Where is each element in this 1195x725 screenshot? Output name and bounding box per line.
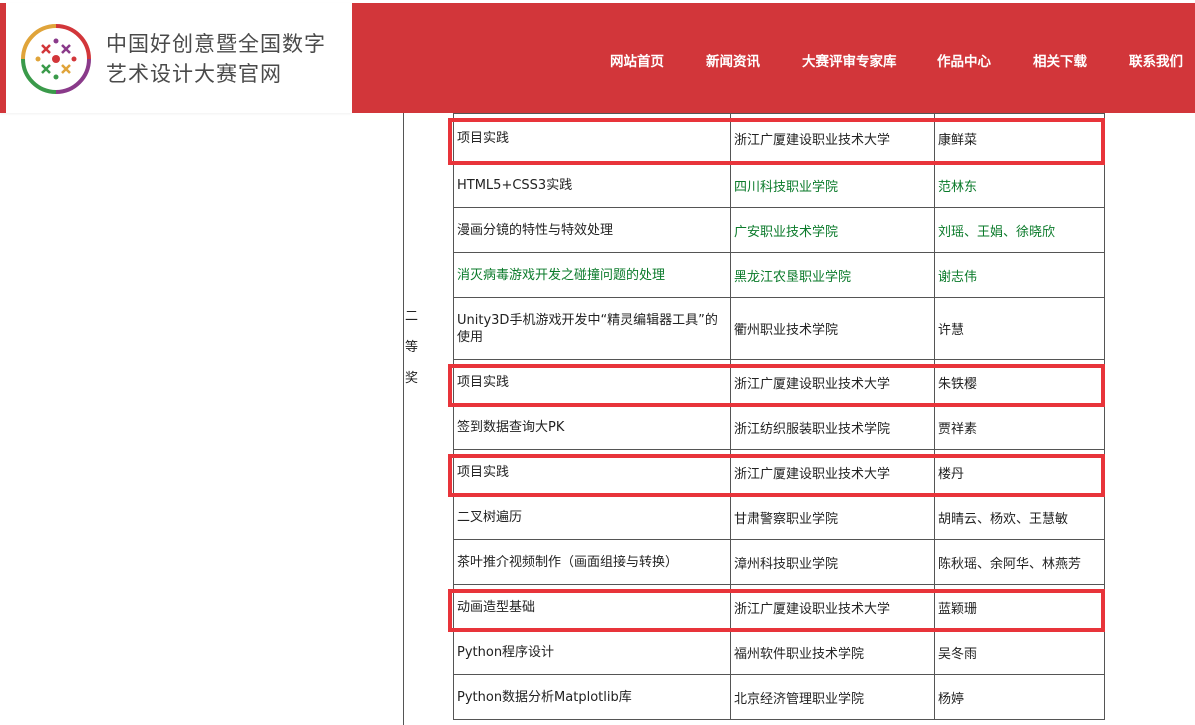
course-cell: HTML5+CSS3实践	[453, 162, 731, 208]
table-row: 项目实践 浙江广厦建设职业技术大学 康鲜菜	[453, 113, 1105, 163]
school-cell: 福州软件职业技术学院	[730, 629, 935, 675]
course-cell: 签到数据查询大PK	[453, 404, 731, 450]
award-char: 等	[405, 340, 419, 355]
course-cell: 项目实践	[453, 449, 731, 495]
author-cell: 许慧	[934, 297, 1105, 360]
nav-news[interactable]: 新闻资讯	[706, 50, 760, 70]
table-row: Python数据分析Matplotlib库 北京经济管理职业学院 杨婷	[453, 674, 1105, 720]
table-row: HTML5+CSS3实践 四川科技职业学院 范林东	[453, 162, 1105, 208]
author-cell: 楼丹	[934, 449, 1105, 495]
site-title-line2: 艺术设计大赛官网	[106, 62, 282, 86]
logo-panel[interactable]: 中国好创意暨全国数字 艺术设计大赛官网	[0, 3, 352, 113]
author-cell[interactable]: 刘瑶、王娟、徐晓欣	[934, 207, 1105, 253]
course-cell: 项目实践	[453, 359, 731, 405]
table-row: 二叉树遍历 甘肃警察职业学院 胡晴云、杨欢、王慧敏	[453, 494, 1105, 540]
author-cell: 康鲜菜	[934, 113, 1105, 163]
award-table-body: 项目实践 浙江广厦建设职业技术大学 康鲜菜 HTML5+CSS3实践 四川科技职业学院范…	[453, 113, 1105, 720]
course-cell: 漫画分镜的特性与特效处理	[453, 207, 731, 253]
table-row: 动画造型基础 浙江广厦建设职业技术大学 蓝颖珊	[453, 584, 1105, 630]
school-cell[interactable]: 广安职业技术学院	[730, 207, 935, 253]
school-cell: 浙江广厦建设职业技术大学	[730, 584, 935, 630]
course-cell[interactable]: 消灭病毒游戏开发之碰撞问题的处理	[453, 252, 731, 298]
author-cell: 杨婷	[934, 674, 1105, 720]
nav-experts[interactable]: 大赛评审专家库	[802, 50, 897, 70]
course-cell: Python数据分析Matplotlib库	[453, 674, 731, 720]
award-table: 项目实践 浙江广厦建设职业技术大学 康鲜菜 HTML5+CSS3实践 四川科技职业学院范…	[453, 113, 1105, 720]
school-cell: 浙江广厦建设职业技术大学	[730, 449, 935, 495]
site-title: 中国好创意暨全国数字 艺术设计大赛官网	[106, 29, 356, 89]
table-row: 漫画分镜的特性与特效处理 广安职业技术学院 刘瑶、王娟、徐晓欣	[453, 207, 1105, 253]
school-cell: 甘肃警察职业学院	[730, 494, 935, 540]
award-level-cell: 二 等 奖	[403, 113, 453, 725]
school-cell: 浙江广厦建设职业技术大学	[730, 113, 935, 163]
course-cell: Unity3D手机游戏开发中“精灵编辑器工具”的使用	[453, 297, 731, 360]
table-row: 项目实践 浙江广厦建设职业技术大学 楼丹	[453, 449, 1105, 495]
nav-contact[interactable]: 联系我们	[1129, 50, 1183, 70]
school-cell: 衢州职业技术学院	[730, 297, 935, 360]
table-row: 消灭病毒游戏开发之碰撞问题的处理 黑龙江农垦职业学院 谢志伟	[453, 252, 1105, 298]
nav-downloads[interactable]: 相关下载	[1033, 50, 1087, 70]
award-char: 奖	[405, 371, 419, 386]
author-cell: 胡晴云、杨欢、王慧敏	[934, 494, 1105, 540]
course-cell: 二叉树遍历	[453, 494, 731, 540]
author-cell: 吴冬雨	[934, 629, 1105, 675]
table-row: 项目实践 浙江广厦建设职业技术大学 朱铁樱	[453, 359, 1105, 405]
course-cell: 动画造型基础	[453, 584, 731, 630]
site-header: 中国好创意暨全国数字 艺术设计大赛官网 网站首页 新闻资讯 大赛评审专家库 作品…	[0, 0, 1195, 113]
main-nav: 网站首页 新闻资讯 大赛评审专家库 作品中心 相关下载 联系我们	[352, 3, 1195, 113]
author-cell: 朱铁樱	[934, 359, 1105, 405]
course-cell: Python程序设计	[453, 629, 731, 675]
nav-home[interactable]: 网站首页	[610, 50, 664, 70]
site-title-line1: 中国好创意暨全国数字	[106, 32, 326, 56]
course-cell: 茶叶推介视频制作（画面组接与转换）	[453, 539, 731, 585]
table-row: Python程序设计 福州软件职业技术学院 吴冬雨	[453, 629, 1105, 675]
school-cell: 漳州科技职业学院	[730, 539, 935, 585]
school-cell: 浙江纺织服装职业技术学院	[730, 404, 935, 450]
table-row: 茶叶推介视频制作（画面组接与转换） 漳州科技职业学院 陈秋瑶、余阿华、林燕芳	[453, 539, 1105, 585]
course-cell: 项目实践	[453, 113, 731, 163]
school-cell[interactable]: 四川科技职业学院	[730, 162, 935, 208]
school-cell: 北京经济管理职业学院	[730, 674, 935, 720]
school-cell: 浙江广厦建设职业技术大学	[730, 359, 935, 405]
author-cell[interactable]: 范林东	[934, 162, 1105, 208]
nav-works[interactable]: 作品中心	[937, 50, 991, 70]
author-cell[interactable]: 谢志伟	[934, 252, 1105, 298]
logo-icon	[21, 24, 91, 94]
table-row: Unity3D手机游戏开发中“精灵编辑器工具”的使用 衢州职业技术学院 许慧	[453, 297, 1105, 360]
school-cell[interactable]: 黑龙江农垦职业学院	[730, 252, 935, 298]
award-char: 二	[405, 309, 419, 324]
author-cell: 蓝颖珊	[934, 584, 1105, 630]
table-row: 签到数据查询大PK 浙江纺织服装职业技术学院 贾祥素	[453, 404, 1105, 450]
author-cell: 陈秋瑶、余阿华、林燕芳	[934, 539, 1105, 585]
author-cell: 贾祥素	[934, 404, 1105, 450]
